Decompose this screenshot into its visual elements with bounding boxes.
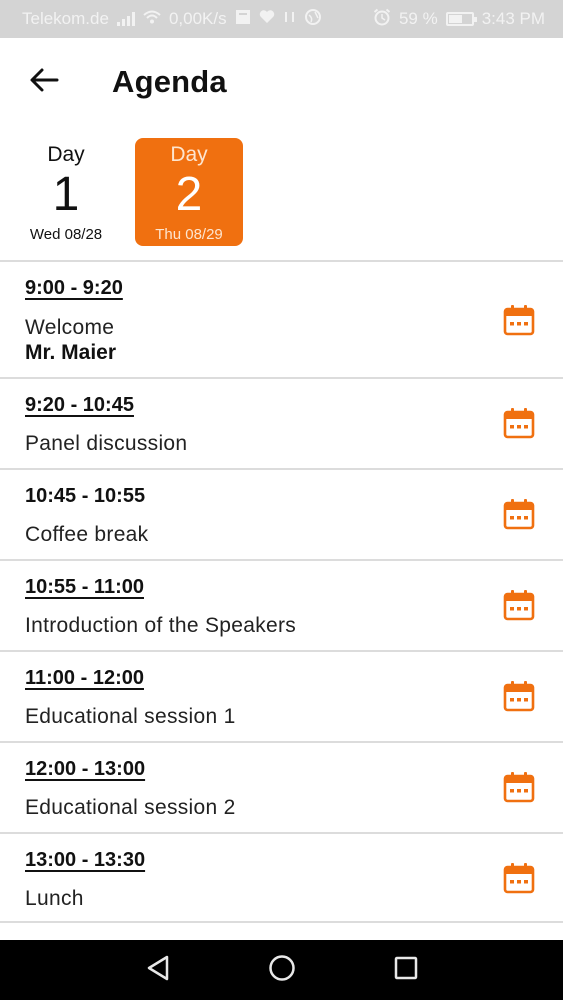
battery-percent: 59 % [398, 9, 438, 28]
globe-icon [304, 8, 321, 30]
item-title: Introduction of the Speakers [25, 614, 297, 637]
agenda-item[interactable]: 13:00 - 13:30 Lunch [0, 832, 563, 923]
square-recents-icon [393, 955, 419, 986]
item-speaker: Mr. Maier [25, 341, 117, 364]
item-time[interactable]: 9:20 - 10:45 [25, 394, 142, 417]
agenda-item[interactable]: 9:00 - 9:20 Welcome Mr. Maier [0, 260, 563, 377]
day-tab-1[interactable]: Day 1 Wed 08/28 [12, 138, 120, 246]
heart-icon [259, 9, 275, 29]
calendar-icon[interactable] [503, 407, 535, 439]
item-title: Welcome [25, 316, 115, 339]
day-tab-date: Thu 08/29 [155, 226, 223, 243]
day-tabs: Day 1 Wed 08/28 Day 2 Thu 08/29 [0, 138, 563, 248]
item-time[interactable]: 9:00 - 9:20 [25, 277, 131, 300]
calendar-icon[interactable] [503, 589, 535, 621]
nav-home-button[interactable] [265, 953, 299, 987]
calendar-icon[interactable] [503, 862, 535, 894]
agenda-item[interactable]: 10:45 - 10:55 Coffee break [0, 468, 563, 559]
app-header: Agenda [0, 38, 563, 126]
clock: 3:43 PM [481, 9, 545, 28]
calendar-icon[interactable] [503, 771, 535, 803]
item-time[interactable]: 13:00 - 13:30 [25, 849, 153, 872]
item-title: Lunch [25, 887, 84, 910]
agenda-item[interactable]: 9:20 - 10:45 Panel discussion [0, 377, 563, 468]
nav-back-button[interactable] [141, 953, 175, 987]
carrier-name: Telekom.de [22, 9, 109, 28]
item-title: Panel discussion [25, 432, 188, 455]
agenda-item[interactable]: 10:55 - 11:00 Introduction of the Speake… [0, 559, 563, 650]
battery-icon [445, 12, 477, 26]
item-time[interactable]: 12:00 - 13:00 [25, 758, 153, 781]
network-speed: 0,00K/s [168, 9, 227, 28]
back-button[interactable] [14, 52, 74, 112]
signal-icon [116, 12, 135, 26]
item-title: Coffee break [25, 523, 149, 546]
day-tab-label: Day [47, 143, 85, 166]
item-title: Educational session 2 [25, 796, 236, 819]
wifi-icon [143, 9, 161, 29]
page-title: Agenda [112, 64, 227, 99]
day-tab-2[interactable]: Day 2 Thu 08/29 [135, 138, 243, 246]
agenda-item[interactable]: 12:00 - 13:00 Educational session 2 [0, 741, 563, 832]
data-icon [283, 9, 297, 29]
agenda-item[interactable]: 11:00 - 12:00 Educational session 1 [0, 650, 563, 741]
system-nav-bar [0, 940, 563, 1000]
item-time[interactable]: 10:55 - 11:00 [25, 576, 152, 599]
item-time[interactable]: 11:00 - 12:00 [25, 667, 152, 690]
agenda-list: 9:00 - 9:20 Welcome Mr. Maier 9:20 - 10:… [0, 260, 563, 923]
item-title: Educational session 1 [25, 705, 236, 728]
day-tab-number: 2 [175, 168, 203, 221]
nav-recents-button[interactable] [389, 953, 423, 987]
battery-level [448, 15, 462, 23]
calendar-icon[interactable] [503, 680, 535, 712]
day-tab-number: 1 [52, 168, 80, 221]
alarm-icon [373, 8, 391, 31]
triangle-back-icon [145, 954, 171, 987]
item-time: 10:45 - 10:55 [25, 485, 146, 507]
circle-home-icon [268, 954, 296, 987]
day-tab-label: Day [170, 143, 208, 166]
calendar-icon[interactable] [503, 498, 535, 530]
notification-icon [235, 9, 251, 30]
status-bar: Telekom.de 0,00K/s 59 % 3:43 PM [0, 0, 563, 38]
arrow-left-icon [29, 67, 59, 98]
calendar-icon[interactable] [503, 304, 535, 336]
day-tab-date: Wed 08/28 [29, 226, 103, 243]
